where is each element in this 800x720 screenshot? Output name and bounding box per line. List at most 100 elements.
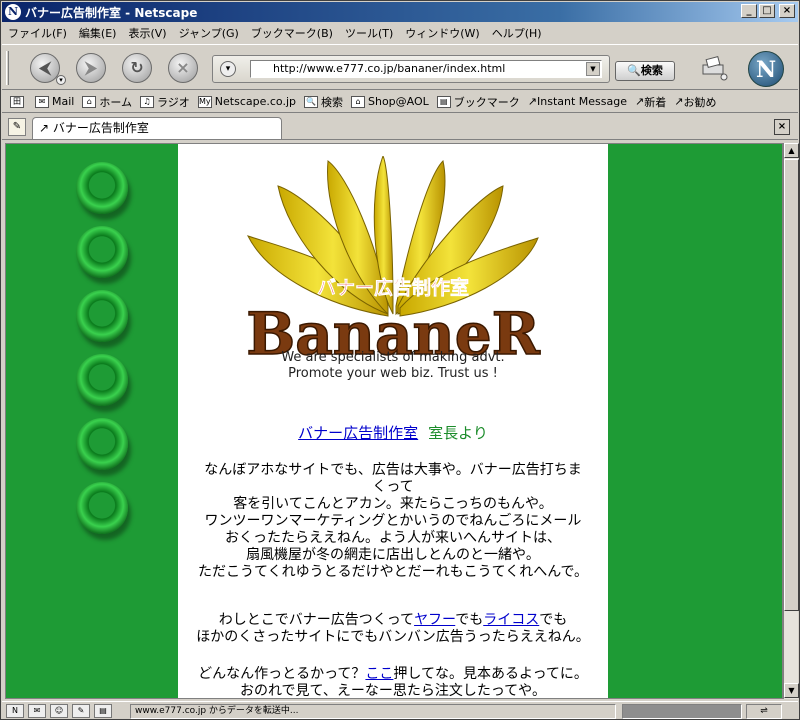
ring-nav-2[interactable] <box>76 226 128 278</box>
toolbar-grip[interactable] <box>6 51 9 85</box>
ring-nav-4[interactable] <box>76 354 128 406</box>
window-controls: _ □ × <box>741 4 795 18</box>
toolbar-netscape-jp[interactable]: My Netscape.co.jp <box>197 95 296 108</box>
toolbar-instant-message[interactable]: ↗ Instant Message <box>528 95 627 108</box>
forward-button[interactable]: ⮞ <box>76 53 106 83</box>
green-sidebar <box>6 144 178 698</box>
menu-tools[interactable]: ツール(T) <box>345 25 393 41</box>
maximize-button[interactable]: □ <box>759 4 775 18</box>
ring-nav-5[interactable] <box>76 418 128 470</box>
composer-status-icon[interactable]: ✎ <box>72 704 90 718</box>
shop-icon: ⌂ <box>351 95 365 108</box>
new-tab-icon[interactable]: ✎ <box>8 118 26 136</box>
stop-button[interactable]: × <box>168 53 198 83</box>
home-tab-icon[interactable]: 田 <box>10 95 27 108</box>
toolbar-search[interactable]: 🔍 検索 <box>304 94 343 110</box>
url-dropdown-icon[interactable]: ▼ <box>586 62 600 76</box>
p1-line-2: くって <box>372 479 414 495</box>
toolbar-bookmarks[interactable]: ▤ ブックマーク <box>436 94 520 110</box>
headline-suffix: 室長より <box>428 424 488 442</box>
navigation-toolbar: ⮜ ▾ ⮞ ↻ × ▾ http://www.e777.co.jp/banane… <box>2 44 798 90</box>
personal-toolbar: 田 ✉ Mail ⌂ ホーム ♫ ラジオ My Netscape.co.jp 🔍 検索 ⌂… <box>2 91 798 113</box>
ring-nav-3[interactable] <box>76 290 128 342</box>
mail-status-icon[interactable]: ✉ <box>28 704 46 718</box>
url-history-icon[interactable]: ▾ <box>220 61 236 77</box>
progress-bar <box>622 704 742 719</box>
reload-button[interactable]: ↻ <box>122 53 152 83</box>
link-icon: ↗ <box>635 95 645 108</box>
tab-bar: ✎ ↗ バナー広告制作室 × <box>2 114 798 140</box>
close-tab-button[interactable]: × <box>774 119 790 135</box>
scroll-down-arrow[interactable]: ▼ <box>784 683 799 698</box>
ring-nav-1[interactable] <box>76 162 128 214</box>
toolbar-recommended[interactable]: ↗ お勧め <box>674 94 716 110</box>
link-icon: ↗ <box>527 95 538 108</box>
address-book-icon[interactable]: ▤ <box>94 704 112 718</box>
paragraph-2: わしとこでバナー広告つくってヤフーでもライコスでも ほかのくさったサイトにでもバ… <box>178 612 608 646</box>
main-column: バナー広告制作室 BananeR We are specialists of m… <box>178 144 608 698</box>
menu-view[interactable]: 表示(V) <box>128 25 166 41</box>
close-button[interactable]: × <box>779 4 795 18</box>
link-icon: ↗ <box>674 95 684 108</box>
yahoo-link[interactable]: ヤフー <box>414 612 455 628</box>
p1-line-4: ワンツーワンマーケティングとかいうのでねんごろにメール <box>204 513 582 529</box>
home-icon: ⌂ <box>82 95 97 108</box>
back-history-dropdown[interactable]: ▾ <box>56 75 66 85</box>
scroll-thumb[interactable] <box>784 159 799 611</box>
netscape-logo[interactable]: N <box>748 51 784 87</box>
headline: バナー広告制作室 室長より <box>178 422 608 443</box>
url-input[interactable]: http://www.e777.co.jp/bananer/index.html… <box>250 60 602 78</box>
p3-line-1: どんなん作っとるかって？ここ押してな。見本あるよってに。 <box>198 666 588 682</box>
toolbar-whats-new[interactable]: ↗ 新着 <box>635 94 666 110</box>
samples-link[interactable]: ここ <box>365 666 393 682</box>
link-icon: ↗ <box>39 121 53 135</box>
search-button-label: 検索 <box>640 64 663 77</box>
print-icon[interactable] <box>700 55 728 81</box>
menu-window[interactable]: ウィンドウ(W) <box>405 25 479 41</box>
search-button[interactable]: 🔍検索 <box>615 61 675 81</box>
menu-edit[interactable]: 編集(E) <box>79 25 117 41</box>
tagline-2: Promote your web biz. Trust us ! <box>288 366 498 381</box>
ring-nav-6[interactable] <box>76 482 128 534</box>
title-bar: N バナー広告制作室 - Netscape _ □ × <box>2 2 798 22</box>
tab-current[interactable]: ↗ バナー広告制作室 <box>32 117 282 139</box>
p1-line-7: ただこうてくれゆうとるだけやとだーれもこうてくれへんで。 <box>198 564 588 580</box>
vertical-scrollbar[interactable]: ▲ ▼ <box>783 143 799 699</box>
bookmark-folder-icon: ▤ <box>436 95 451 108</box>
connection-icon: ⇌ <box>746 704 782 719</box>
scroll-up-arrow[interactable]: ▲ <box>784 143 799 158</box>
netscape-icon: N <box>5 4 21 20</box>
tab-label: バナー広告制作室 <box>52 121 149 135</box>
aim-status-icon[interactable]: ☺ <box>50 704 68 718</box>
url-text: http://www.e777.co.jp/bananer/index.html <box>273 62 506 75</box>
headline-link[interactable]: バナー広告制作室 <box>298 424 418 442</box>
window-icon: 田 <box>10 95 24 108</box>
paragraph-1: なんぼアホなサイトでも、広告は大事や。バナー広告打ちま くって 客を引いてこんと… <box>178 462 608 581</box>
p1-line-3: 客を引いてこんとアカン。来たらこっちのもんや。 <box>233 496 553 512</box>
lycos-link[interactable]: ライコス <box>483 612 539 628</box>
menu-file[interactable]: ファイル(F) <box>8 25 67 41</box>
browser-window: N バナー広告制作室 - Netscape _ □ × ファイル(F) 編集(E… <box>0 0 800 720</box>
menu-help[interactable]: ヘルプ(H) <box>492 25 542 41</box>
p3-line-2: おのれで見て、えーなー思たら注文したってや。 <box>239 683 547 699</box>
paragraph-3: どんなん作っとるかって？ここ押してな。見本あるよってに。 おのれで見て、えーなー… <box>178 666 608 699</box>
menu-bookmarks[interactable]: ブックマーク(B) <box>251 25 333 41</box>
headphones-icon: ♫ <box>140 95 155 108</box>
page-content: バナー広告制作室 BananeR We are specialists of m… <box>5 143 783 699</box>
toolbar-home[interactable]: ⌂ ホーム <box>82 94 132 110</box>
window-title: バナー広告制作室 - Netscape <box>25 5 198 20</box>
status-text: www.e777.co.jp からデータを転送中... <box>130 704 616 719</box>
toolbar-mail[interactable]: ✉ Mail <box>35 95 74 108</box>
minimize-button[interactable]: _ <box>741 4 757 18</box>
p2-line-2: ほかのくさったサイトにでもバンバン広告うったらええねん。 <box>196 629 590 645</box>
toolbar-radio[interactable]: ♫ ラジオ <box>140 94 190 110</box>
menu-go[interactable]: ジャンプ(G) <box>179 25 239 41</box>
tagline-1: We are specialists of making advt. <box>281 350 505 365</box>
green-right-margin <box>608 144 782 698</box>
p1-line-5: おくったたらええねん。よう人が来いへんサイトは、 <box>225 530 561 546</box>
netscape-status-icon[interactable]: N <box>6 704 24 718</box>
menu-bar: ファイル(F) 編集(E) 表示(V) ジャンプ(G) ブックマーク(B) ツー… <box>2 23 798 43</box>
toolbar-shop-aol[interactable]: ⌂ Shop@AOL <box>351 95 429 108</box>
mail-icon: ✉ <box>35 95 49 108</box>
p2-line-1: わしとこでバナー広告つくってヤフーでもライコスでも <box>218 612 568 628</box>
